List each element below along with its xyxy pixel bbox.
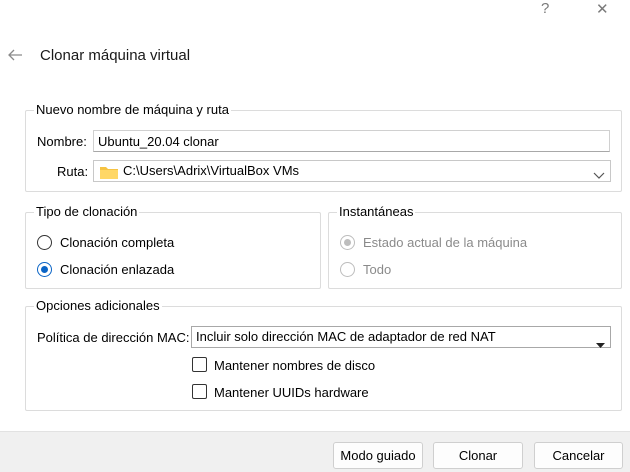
clone-button[interactable]: Clonar <box>433 442 523 469</box>
cancel-button[interactable]: Cancelar <box>534 442 623 469</box>
path-select[interactable]: C:\Users\Adrix\VirtualBox VMs <box>93 160 611 182</box>
mac-policy-value: Incluir solo dirección MAC de adaptador … <box>196 329 496 344</box>
close-button[interactable]: ✕ <box>596 0 609 18</box>
path-value: C:\Users\Adrix\VirtualBox VMs <box>123 163 300 178</box>
current-state-radio <box>340 235 355 250</box>
help-icon: ? <box>541 0 550 17</box>
clone-type-group-title: Tipo de clonación <box>34 204 140 219</box>
snapshots-group: Instantáneas <box>328 204 622 289</box>
keep-disk-names-checkbox[interactable] <box>192 357 207 372</box>
path-label: Ruta: <box>57 164 89 179</box>
name-path-group-title: Nuevo nombre de máquina y ruta <box>34 102 231 117</box>
keep-uuids-label[interactable]: Mantener UUIDs hardware <box>214 385 369 400</box>
linked-clone-radio[interactable] <box>37 262 52 277</box>
chevron-down-icon <box>593 166 605 186</box>
current-state-label: Estado actual de la máquina <box>363 235 528 250</box>
name-field[interactable]: Ubuntu_20.04 clonar <box>93 130 610 152</box>
mac-policy-label: Política de dirección MAC: <box>37 330 190 345</box>
button-bar: Modo guiado Clonar Cancelar <box>0 431 630 472</box>
dropdown-arrow-icon <box>596 335 605 355</box>
back-arrow-icon <box>8 49 22 61</box>
name-label: Nombre: <box>37 134 87 149</box>
additional-options-group-title: Opciones adicionales <box>34 298 162 313</box>
folder-icon <box>100 165 118 185</box>
clone-type-group: Tipo de clonación <box>25 204 321 289</box>
back-button[interactable] <box>6 46 24 64</box>
close-icon: ✕ <box>596 1 609 18</box>
dialog-title: Clonar máquina virtual <box>40 47 191 64</box>
linked-clone-label[interactable]: Clonación enlazada <box>60 262 174 277</box>
snapshots-group-title: Instantáneas <box>337 204 416 219</box>
help-button[interactable]: ? <box>541 0 549 17</box>
full-clone-label[interactable]: Clonación completa <box>60 235 174 250</box>
full-clone-radio[interactable] <box>37 235 52 250</box>
keep-disk-names-label[interactable]: Mantener nombres de disco <box>214 358 375 373</box>
guided-mode-button[interactable]: Modo guiado <box>333 442 423 469</box>
all-snapshots-radio <box>340 262 355 277</box>
all-snapshots-label: Todo <box>363 262 392 277</box>
keep-uuids-checkbox[interactable] <box>192 384 207 399</box>
mac-policy-select[interactable]: Incluir solo dirección MAC de adaptador … <box>191 326 611 348</box>
